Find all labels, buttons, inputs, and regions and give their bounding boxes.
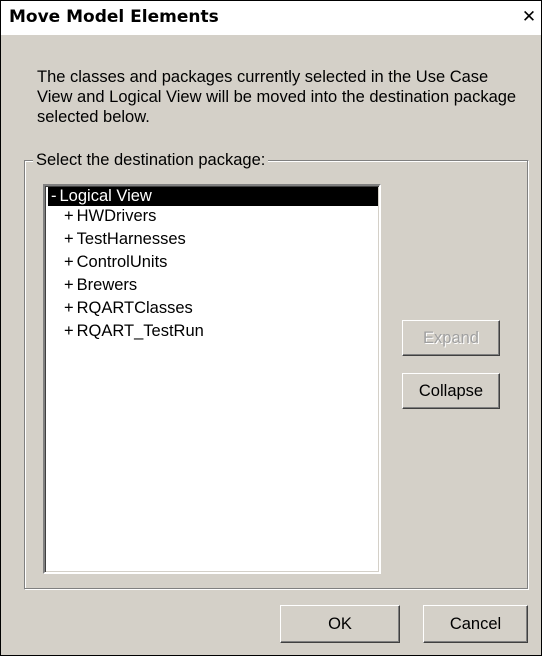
expand-marker[interactable]: +: [64, 230, 74, 249]
tree-item-testharnesses[interactable]: + TestHarnesses: [64, 230, 186, 249]
expand-marker[interactable]: +: [64, 207, 74, 226]
tree-item-label: Brewers: [76, 276, 138, 294]
tree-item-controlunits[interactable]: + ControlUnits: [64, 253, 167, 272]
expand-marker[interactable]: +: [64, 322, 74, 341]
title-bar[interactable]: Move Model Elements ✕: [1, 1, 541, 35]
tree-item-label: RQART_TestRun: [76, 322, 204, 340]
tree-item-rqart-testrun[interactable]: + RQART_TestRun: [64, 322, 204, 341]
window-title: Move Model Elements: [9, 7, 219, 27]
expand-button[interactable]: Expand: [402, 320, 500, 356]
tree-item-label: Logical View: [59, 187, 152, 205]
cancel-button[interactable]: Cancel: [423, 605, 528, 643]
expand-marker[interactable]: +: [64, 299, 74, 318]
tree-item-label: ControlUnits: [76, 253, 168, 271]
expand-marker[interactable]: +: [64, 253, 74, 272]
tree-item-label: RQARTClasses: [76, 299, 193, 317]
collapse-button[interactable]: Collapse: [402, 373, 500, 409]
tree-item-brewers[interactable]: + Brewers: [64, 276, 137, 295]
collapse-marker[interactable]: -: [51, 187, 57, 206]
tree-item-hwdrivers[interactable]: + HWDrivers: [64, 207, 156, 226]
ok-button[interactable]: OK: [280, 605, 400, 643]
group-legend: Select the destination package:: [33, 150, 269, 170]
tree-item-label: TestHarnesses: [76, 230, 186, 248]
tree-item-logical-view[interactable]: - Logical View: [48, 187, 378, 206]
tree-item-rqartclasses[interactable]: + RQARTClasses: [64, 299, 193, 318]
close-icon[interactable]: ✕: [521, 8, 537, 26]
move-model-elements-dialog: Move Model Elements ✕ The classes and pa…: [0, 0, 542, 656]
description-text: The classes and packages currently selec…: [37, 68, 517, 126]
package-tree[interactable]: - Logical View + HWDrivers + TestHarnesses …: [43, 184, 381, 574]
tree-item-label: HWDrivers: [76, 207, 157, 225]
expand-marker[interactable]: +: [64, 276, 74, 295]
